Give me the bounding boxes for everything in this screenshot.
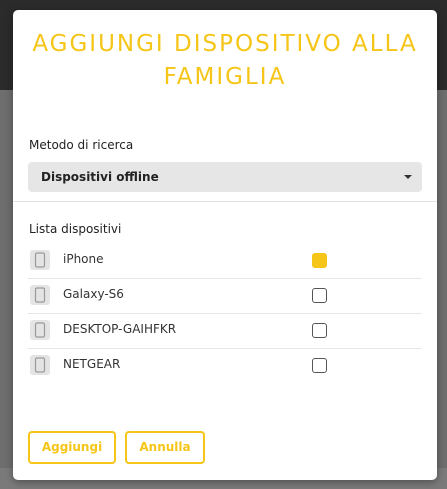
phone-icon	[30, 285, 50, 305]
phone-icon	[30, 320, 50, 340]
device-name: Galaxy-S6	[63, 287, 124, 301]
dialog-title-line2: FAMIGLIA	[163, 64, 287, 90]
device-list-label: Lista dispositivi	[29, 222, 122, 236]
add-device-dialog: AGGIUNGI DISPOSITIVO ALLA FAMIGLIA Metod…	[13, 10, 437, 480]
dialog-title-line1: AGGIUNGI DISPOSITIVO ALLA	[32, 31, 418, 57]
cancel-button[interactable]: Annulla	[125, 431, 205, 464]
device-checkbox[interactable]	[312, 323, 327, 338]
device-row: NETGEAR	[28, 349, 422, 383]
search-method-label: Metodo di ricerca	[29, 138, 134, 152]
device-row: iPhone	[28, 244, 422, 279]
device-row: Galaxy-S6	[28, 279, 422, 314]
device-name: NETGEAR	[63, 357, 121, 371]
device-name: iPhone	[63, 252, 104, 266]
caret-down-icon	[404, 175, 412, 179]
device-checkbox[interactable]	[312, 253, 327, 268]
search-method-value: Dispositivi offline	[41, 170, 159, 184]
divider	[13, 201, 437, 202]
phone-icon	[30, 355, 50, 375]
device-row: DESKTOP-GAIHFKR	[28, 314, 422, 349]
search-method-select[interactable]: Dispositivi offline	[28, 162, 422, 192]
phone-icon	[30, 250, 50, 270]
dialog-title: AGGIUNGI DISPOSITIVO ALLA FAMIGLIA	[13, 28, 437, 94]
device-checkbox[interactable]	[312, 288, 327, 303]
device-checkbox[interactable]	[312, 358, 327, 373]
device-name: DESKTOP-GAIHFKR	[63, 322, 177, 336]
add-button[interactable]: Aggiungi	[28, 431, 116, 464]
